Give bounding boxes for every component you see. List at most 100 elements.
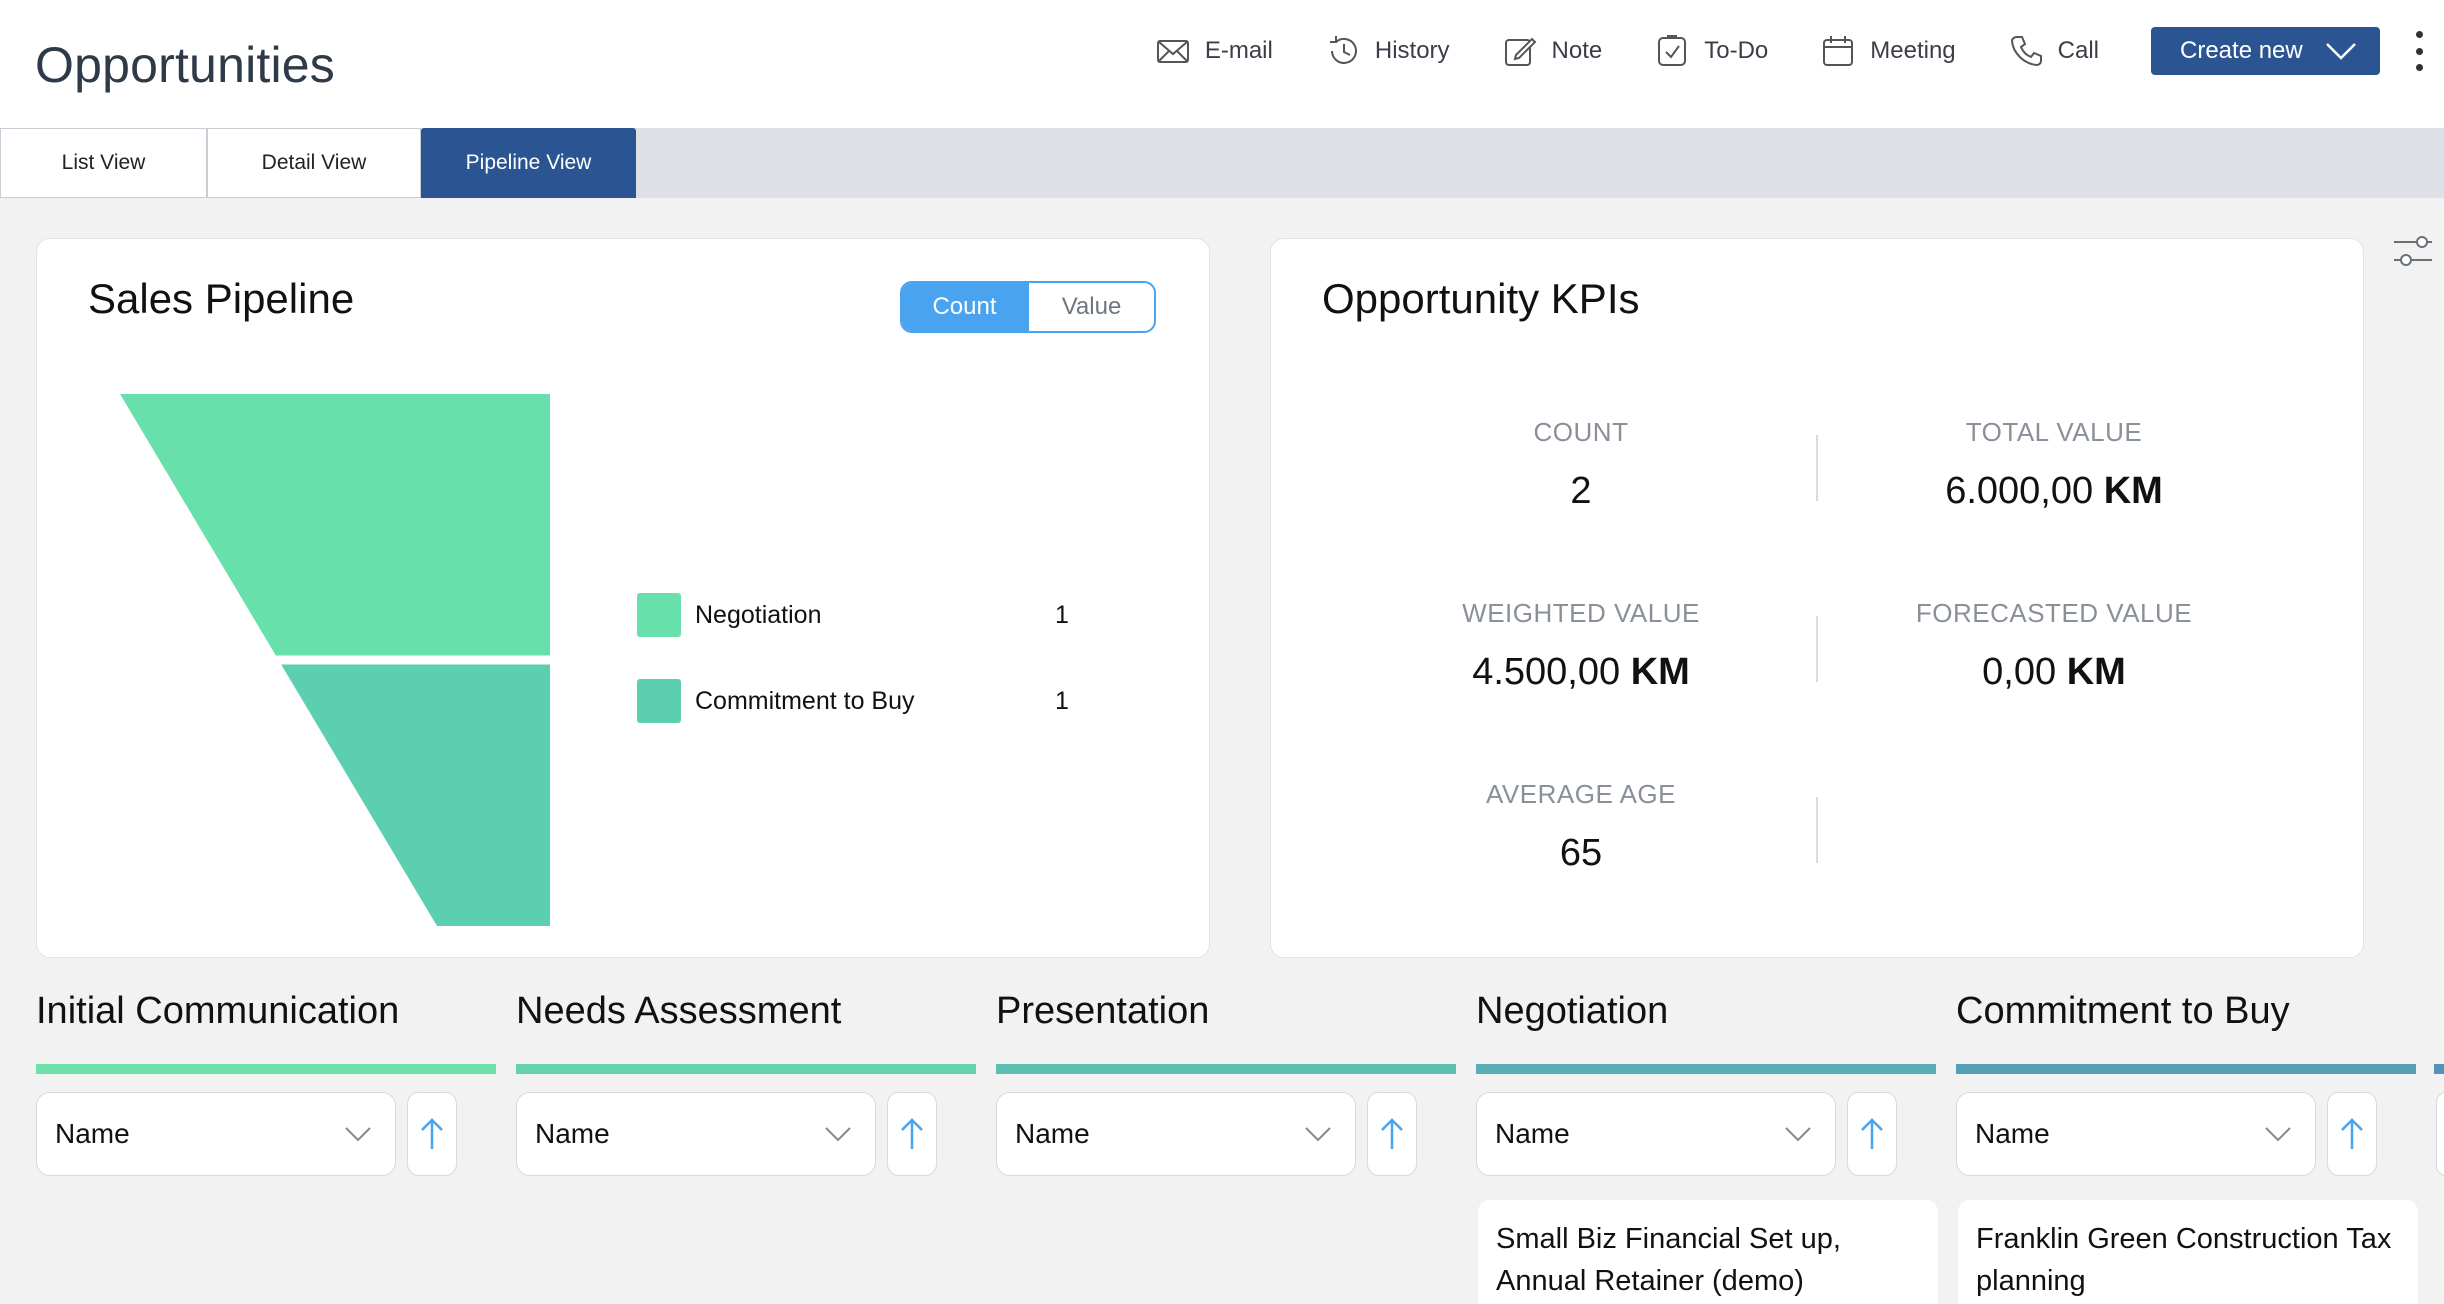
email-action[interactable]: E-mail — [1155, 33, 1273, 69]
kpi-unit: KM — [2103, 470, 2163, 512]
todo-label: To-Do — [1704, 37, 1769, 64]
sort-field-select[interactable]: Name — [1476, 1092, 1836, 1176]
legend-label: Negotiation — [695, 600, 822, 629]
sort-field-value: Name — [1495, 1118, 1570, 1149]
chevron-down-icon — [2326, 43, 2356, 60]
stage-title: Negotiation — [1476, 990, 1669, 1032]
sort-field-select[interactable]: Name — [36, 1092, 396, 1176]
toggle-value[interactable]: Value — [1027, 283, 1154, 331]
legend-count: 1 — [1055, 600, 1069, 629]
kpi-unit: KM — [1630, 651, 1690, 693]
stage-color-bar — [516, 1064, 976, 1074]
kpi-amount: 6.000,00 — [1945, 470, 2094, 512]
calendar-icon — [1823, 36, 1854, 66]
funnel-chart — [120, 394, 550, 927]
chevron-down-icon — [2265, 1127, 2291, 1142]
kpi-divider — [1816, 435, 1818, 501]
call-label: Call — [2057, 37, 2099, 64]
chevron-down-icon — [345, 1127, 371, 1142]
toolbar-actions: E-mail History Note To-Do Meeting Call C… — [1155, 26, 2444, 76]
kpi-total-value: TOTAL VALUE 6.000,00 KM — [1854, 417, 2254, 513]
call-action[interactable]: Call — [2008, 33, 2099, 69]
stage-column-commitment-to-buy: Commitment to Buy — [1956, 990, 2416, 1074]
sort-direction-button[interactable] — [2327, 1092, 2377, 1176]
chevron-down-icon — [825, 1127, 851, 1142]
legend-item-commitment-to-buy: Commitment to Buy 1 — [637, 679, 1087, 723]
sort-controls: Name — [36, 1092, 457, 1176]
more-options-button[interactable] — [2414, 31, 2424, 71]
sort-field-value: Name — [55, 1118, 130, 1149]
legend-item-negotiation: Negotiation 1 — [637, 593, 1087, 637]
sort-field-select[interactable]: Name — [996, 1092, 1356, 1176]
chevron-down-icon — [1305, 1127, 1331, 1142]
settings-sliders-icon[interactable] — [2392, 232, 2434, 272]
toggle-count[interactable]: Count — [902, 283, 1027, 331]
kpi-divider — [1816, 797, 1818, 863]
funnel-segment-commitment-to-buy[interactable] — [281, 664, 550, 927]
kpi-label: FORECASTED VALUE — [1915, 598, 2193, 628]
note-icon — [1504, 37, 1536, 66]
kpi-forecasted-value: FORECASTED VALUE 0,00 KM — [1854, 598, 2254, 694]
stage-color-bar — [1476, 1064, 1936, 1074]
kebab-dot — [2415, 31, 2423, 38]
legend-swatch — [637, 679, 681, 723]
sort-controls: Name — [516, 1092, 937, 1176]
stage-column-negotiation: Negotiation — [1476, 990, 1936, 1074]
envelope-icon — [1156, 40, 1189, 63]
kpi-value: 0,00 KM — [1854, 651, 2254, 694]
sort-direction-button[interactable] — [1367, 1092, 1417, 1176]
stage-column-initial-communication: Initial Communication — [36, 990, 496, 1074]
kpi-value: 4.500,00 KM — [1381, 651, 1781, 694]
sort-field-value: Name — [1975, 1118, 2050, 1149]
sort-direction-button[interactable] — [887, 1092, 937, 1176]
arrow-up-icon — [1861, 1118, 1883, 1149]
kpi-average-age: AVERAGE AGE 65 — [1381, 779, 1781, 875]
sort-field-select-partial[interactable] — [2436, 1092, 2444, 1176]
kpi-label: TOTAL VALUE — [1965, 417, 2143, 447]
history-action[interactable]: History — [1325, 33, 1450, 69]
kpi-unit: KM — [2066, 651, 2126, 693]
kpi-count: COUNT 2 — [1381, 417, 1781, 513]
tab-detail-view[interactable]: Detail View — [207, 128, 421, 198]
note-action[interactable]: Note — [1502, 33, 1603, 69]
note-label: Note — [1551, 37, 1603, 64]
stage-title: Commitment to Buy — [1956, 990, 2290, 1032]
stage-color-bar — [1956, 1064, 2416, 1074]
create-new-button[interactable]: Create new — [2151, 27, 2380, 75]
meeting-action[interactable]: Meeting — [1820, 33, 1956, 69]
sort-controls: Name — [1476, 1092, 1897, 1176]
phone-icon — [2010, 36, 2042, 67]
history-icon — [1329, 36, 1357, 64]
sort-field-select[interactable]: Name — [516, 1092, 876, 1176]
tab-list-view[interactable]: List View — [0, 128, 207, 198]
kpi-label: AVERAGE AGE — [1486, 779, 1676, 809]
view-tabs: List View Detail View Pipeline View — [0, 128, 2444, 198]
tab-pipeline-view[interactable]: Pipeline View — [421, 128, 636, 198]
meeting-label: Meeting — [1870, 37, 1956, 64]
kpi-value: 2 — [1570, 470, 1592, 512]
arrow-up-icon — [1381, 1118, 1403, 1149]
chevron-down-icon — [1785, 1127, 1811, 1142]
kpis-title: Opportunity KPIs — [1322, 275, 1640, 322]
sales-pipeline-card: Sales Pipeline Count Value Negotiation 1… — [36, 238, 1210, 958]
stage-column-partial — [2434, 990, 2444, 1074]
kpi-value: 6.000,00 KM — [1854, 470, 2254, 513]
checkbox-icon — [1658, 35, 1687, 66]
arrow-up-icon — [901, 1118, 923, 1149]
sort-direction-button[interactable] — [407, 1092, 457, 1176]
sort-direction-button[interactable] — [1847, 1092, 1897, 1176]
top-bar: Opportunities E-mail History Note To-Do … — [0, 0, 2444, 128]
count-value-toggle: Count Value — [900, 281, 1156, 333]
email-label: E-mail — [1204, 37, 1273, 64]
arrow-up-icon — [421, 1118, 443, 1149]
funnel-segment-negotiation[interactable] — [120, 394, 550, 656]
todo-action[interactable]: To-Do — [1654, 33, 1768, 69]
legend-count: 1 — [1055, 686, 1069, 715]
opportunity-card[interactable]: Franklin Green Construction Tax planning — [1958, 1200, 2418, 1304]
opportunity-card[interactable]: Small Biz Financial Set up, Annual Retai… — [1478, 1200, 1938, 1304]
legend-label: Commitment to Buy — [695, 686, 915, 715]
sort-field-value: Name — [535, 1118, 610, 1149]
sort-field-select[interactable]: Name — [1956, 1092, 2316, 1176]
kpi-label: WEIGHTED VALUE — [1462, 598, 1700, 628]
page-title: Opportunities — [35, 37, 335, 93]
